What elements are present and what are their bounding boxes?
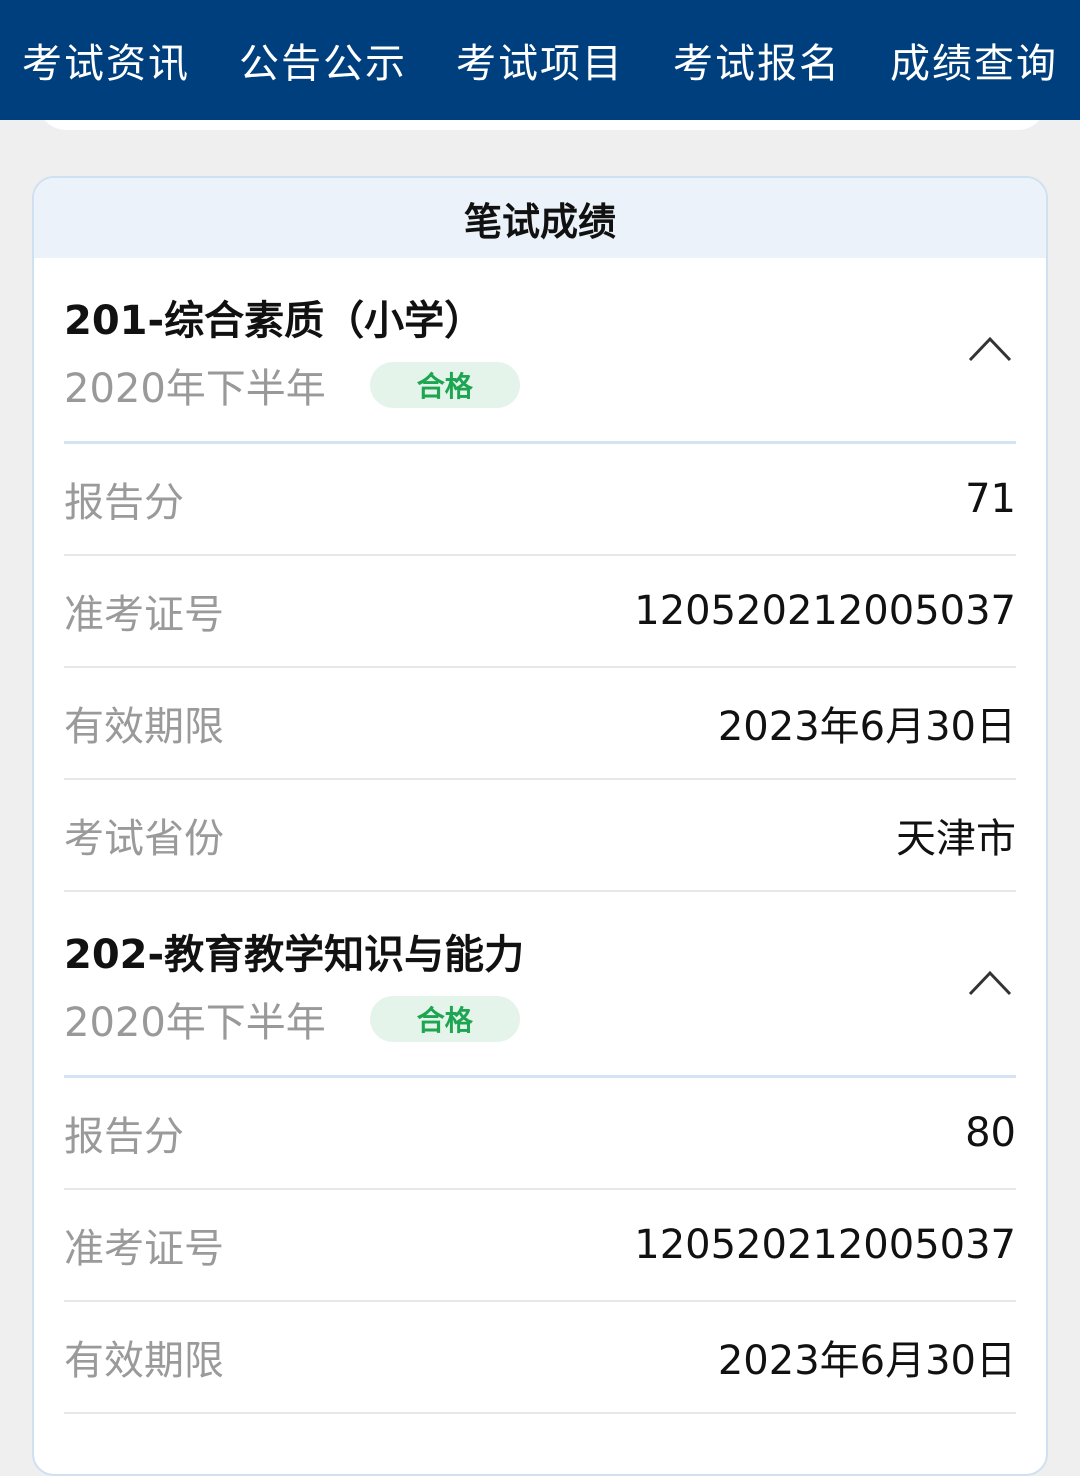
top-nav-bar: 考试资讯 公告公示 考试项目 考试报名 成绩查询 [0, 0, 1080, 120]
subject-header[interactable]: 201-综合素质（小学） 2020年下半年 合格 [64, 258, 1016, 444]
row-label: 有效期限 [64, 704, 224, 750]
row-value: 120520212005037 [634, 588, 1016, 634]
status-badge: 合格 [369, 362, 520, 408]
nav-item-exam-registration[interactable]: 考试报名 [673, 31, 841, 89]
detail-row-report-score: 报告分 80 [64, 1078, 1016, 1190]
nav-item-exam-projects[interactable]: 考试项目 [456, 31, 624, 89]
chevron-up-icon[interactable] [968, 333, 1012, 363]
row-value: 80 [965, 1110, 1016, 1156]
subject-header[interactable]: 202-教育教学知识与能力 2020年下半年 合格 [64, 892, 1016, 1078]
subject-section: 201-综合素质（小学） 2020年下半年 合格 报告分 71 准考证号 120… [64, 258, 1016, 892]
row-value: 71 [965, 476, 1016, 522]
detail-row-validity: 有效期限 2023年6月30日 [64, 1302, 1016, 1414]
detail-row-exam-province: 考试省份 天津市 [64, 780, 1016, 892]
subject-meta: 2020年下半年 合格 [64, 356, 520, 414]
row-label: 准考证号 [64, 1226, 224, 1272]
detail-row-report-score: 报告分 71 [64, 444, 1016, 556]
row-label: 报告分 [64, 1114, 184, 1160]
chevron-up-icon[interactable] [968, 967, 1012, 997]
status-badge: 合格 [369, 996, 520, 1042]
subject-title: 201-综合素质（小学） [64, 298, 485, 344]
subject-year: 2020年下半年 [64, 366, 326, 412]
row-label: 考试省份 [64, 816, 224, 862]
subject-section: 202-教育教学知识与能力 2020年下半年 合格 报告分 80 准考证号 12… [64, 892, 1016, 1414]
detail-row-admission-number: 准考证号 120520212005037 [64, 556, 1016, 668]
card-title: 笔试成绩 [34, 178, 1046, 258]
subject-title: 202-教育教学知识与能力 [64, 932, 525, 978]
row-value: 120520212005037 [634, 1222, 1016, 1268]
nav-item-score-query[interactable]: 成绩查询 [890, 31, 1058, 89]
subject-meta: 2020年下半年 合格 [64, 990, 520, 1048]
written-exam-score-card: 笔试成绩 201-综合素质（小学） 2020年下半年 合格 报告分 71 准考证… [32, 176, 1048, 1476]
detail-row-validity: 有效期限 2023年6月30日 [64, 668, 1016, 780]
row-label: 准考证号 [64, 592, 224, 638]
row-value: 2023年6月30日 [717, 704, 1016, 750]
nav-item-announcements[interactable]: 公告公示 [239, 31, 407, 89]
detail-row-admission-number: 准考证号 120520212005037 [64, 1190, 1016, 1302]
row-value: 天津市 [896, 816, 1016, 862]
nav-item-exam-news[interactable]: 考试资讯 [22, 31, 190, 89]
row-value: 2023年6月30日 [717, 1338, 1016, 1384]
row-label: 报告分 [64, 480, 184, 526]
subject-year: 2020年下半年 [64, 1000, 326, 1046]
row-label: 有效期限 [64, 1338, 224, 1384]
